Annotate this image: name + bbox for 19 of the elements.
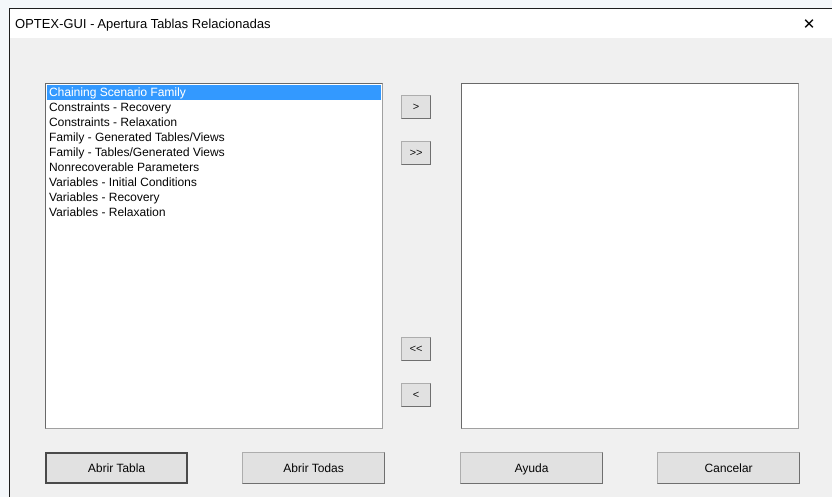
list-item[interactable]: Variables - Relaxation <box>47 205 381 220</box>
dialog-button[interactable]: Cancelar <box>657 452 800 484</box>
transfer-button[interactable]: << <box>401 337 431 361</box>
transfer-button[interactable]: >> <box>401 141 431 165</box>
dialog-button[interactable]: Abrir Tabla <box>45 452 188 484</box>
close-button[interactable]: ✕ <box>794 9 824 38</box>
transfer-button[interactable]: < <box>401 383 431 407</box>
transfer-button[interactable]: > <box>401 95 431 119</box>
dialog-button[interactable]: Abrir Todas <box>242 452 385 484</box>
list-item[interactable]: Variables - Initial Conditions <box>47 175 381 190</box>
list-item[interactable]: Constraints - Relaxation <box>47 115 381 130</box>
list-item[interactable]: Constraints - Recovery <box>47 100 381 115</box>
list-item[interactable]: Family - Tables/Generated Views <box>47 145 381 160</box>
dialog-button[interactable]: Ayuda <box>460 452 603 484</box>
list-item[interactable]: Variables - Recovery <box>47 190 381 205</box>
window-title: OPTEX-GUI - Apertura Tablas Relacionadas <box>15 16 271 31</box>
list-item[interactable]: Family - Generated Tables/Views <box>47 130 381 145</box>
list-item[interactable]: Nonrecoverable Parameters <box>47 160 381 175</box>
available-tables-list[interactable] <box>45 83 383 429</box>
